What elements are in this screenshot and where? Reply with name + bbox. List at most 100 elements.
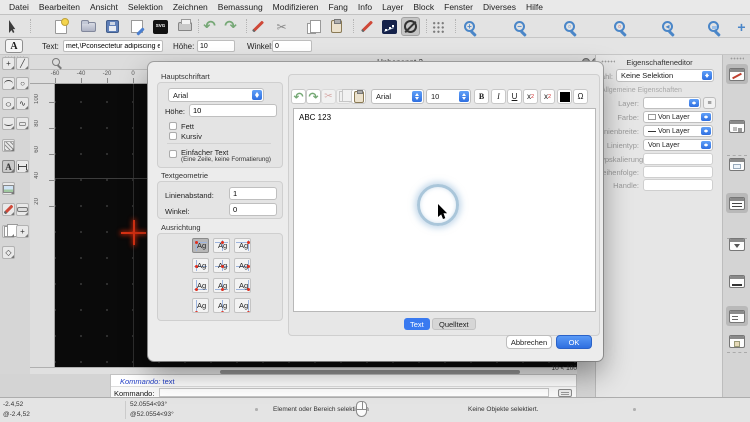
edit-pencil-icon[interactable] [357, 17, 376, 36]
editor-redo-icon[interactable]: ↷ [306, 89, 321, 104]
editor-subscript-button[interactable]: x2 [540, 89, 555, 104]
dialog-angle-input[interactable] [229, 203, 277, 216]
menu-item-zeichnen[interactable]: Zeichnen [168, 0, 213, 15]
prop-combo-2[interactable]: Von Layer [643, 111, 713, 123]
editor-copy-icon[interactable] [336, 89, 351, 104]
redo-icon[interactable]: ↷ [221, 17, 240, 36]
hatch-tool[interactable] [2, 139, 15, 152]
italic-checkbox[interactable] [169, 132, 177, 140]
selection-pointer-icon[interactable] [4, 17, 23, 36]
align-top-right-button[interactable]: Ag [234, 238, 251, 253]
arc-tool[interactable] [2, 77, 15, 90]
editor-font-combo[interactable]: Arial [371, 89, 424, 104]
height-input[interactable] [197, 40, 235, 52]
align-base-right-button[interactable]: Ag [234, 278, 251, 293]
line-tool[interactable]: ╱ [16, 57, 29, 70]
editor-paste-icon[interactable] [351, 89, 366, 104]
zoom-window-icon[interactable] [704, 17, 723, 36]
tab-quelltext[interactable]: Quelltext [432, 318, 476, 330]
menu-item-datei[interactable]: Datei [4, 0, 34, 15]
menu-item-selektion[interactable]: Selektion [123, 0, 168, 15]
circle-tool[interactable]: ○ [16, 77, 29, 90]
editor-special-char-button[interactable]: Ω [573, 89, 588, 104]
command-line-panel-toggle[interactable] [726, 271, 748, 291]
restrict-off-icon[interactable] [401, 17, 420, 36]
canvas-horizontal-scrollbar[interactable] [30, 367, 577, 374]
scrollbar-thumb[interactable] [220, 370, 520, 374]
text-tool[interactable]: A [2, 160, 15, 173]
align-middle-right-button[interactable]: Ag [234, 258, 251, 273]
keyboard-icon[interactable] [558, 389, 572, 397]
library-browser-panel-toggle[interactable] [726, 331, 748, 351]
pan-icon[interactable]: + [732, 17, 750, 36]
view-list-panel-toggle[interactable] [726, 154, 748, 174]
prop-input-5[interactable] [643, 153, 713, 165]
prop-combo-4[interactable]: Von Layer [643, 139, 713, 151]
line-spacing-input[interactable] [229, 187, 277, 200]
align-bottom-left-button[interactable]: Ag [192, 298, 209, 313]
dialog-height-input[interactable] [189, 104, 277, 117]
print-icon[interactable] [175, 17, 194, 36]
block-list-panel-toggle[interactable] [726, 116, 748, 136]
editor-italic-button[interactable]: I [491, 89, 506, 104]
align-base-left-button[interactable]: Ag [192, 278, 209, 293]
menu-item-layer[interactable]: Layer [377, 0, 408, 15]
prop-input-6[interactable] [643, 166, 713, 178]
grid-toggle-icon[interactable] [428, 17, 447, 36]
open-file-icon[interactable] [79, 17, 98, 36]
align-top-left-button[interactable]: Ag [192, 238, 209, 253]
dock-drag-handle[interactable] [730, 57, 744, 60]
command-input[interactable] [159, 388, 549, 397]
image-tool[interactable] [2, 182, 15, 195]
menu-item-diverses[interactable]: Diverses [478, 0, 521, 15]
polyline-tool[interactable] [2, 117, 15, 130]
dimension-tool[interactable] [16, 160, 29, 173]
text-content-input[interactable] [63, 40, 163, 52]
menu-item-fenster[interactable]: Fenster [439, 0, 478, 15]
shape-tool[interactable]: ▭ [16, 117, 29, 130]
ellipse-tool[interactable]: ○ [2, 97, 15, 110]
cancel-button[interactable]: Abbrechen [506, 335, 552, 349]
editor-bold-button[interactable]: B [474, 89, 489, 104]
ok-button[interactable]: OK [556, 335, 592, 349]
selection-filter-panel-toggle[interactable] [726, 234, 748, 254]
save-icon[interactable] [103, 17, 122, 36]
zoom-previous-icon[interactable]: ◂ [658, 17, 677, 36]
draw-pencil-icon[interactable] [248, 17, 267, 36]
align-top-center-button[interactable]: Ag [213, 238, 230, 253]
bold-checkbox[interactable] [169, 122, 177, 130]
block-copy-tool[interactable] [2, 225, 15, 238]
align-base-center-button[interactable]: Ag [213, 278, 230, 293]
menu-item-bearbeiten[interactable]: Bearbeiten [34, 0, 85, 15]
align-bottom-center-button[interactable]: Ag [213, 298, 230, 313]
align-middle-center-button[interactable]: Ag [213, 258, 230, 273]
cam-export-icon[interactable] [380, 17, 399, 36]
modify-pencil-tool[interactable] [2, 203, 15, 216]
tab-text[interactable]: Text [404, 318, 430, 330]
align-middle-left-button[interactable]: Ag [192, 258, 209, 273]
text-tool-indicator[interactable]: A [5, 39, 23, 53]
undo-icon[interactable]: ↶ [200, 17, 219, 36]
measure-tool[interactable] [16, 203, 29, 216]
save-as-icon[interactable] [127, 17, 146, 36]
menu-item-hilfe[interactable]: Hilfe [521, 0, 548, 15]
svg-export-icon[interactable]: SVG [151, 17, 170, 36]
editor-color-swatch[interactable] [557, 89, 572, 104]
cut-icon[interactable]: ✂ [272, 17, 291, 36]
zoom-selection-icon[interactable]: ▫ [610, 17, 629, 36]
menu-item-block[interactable]: Block [408, 0, 439, 15]
prop-input-7[interactable] [643, 179, 713, 191]
prop-combo-1[interactable] [643, 97, 701, 109]
zoom-out-icon[interactable]: − [510, 17, 529, 36]
editor-superscript-button[interactable]: x2 [523, 89, 538, 104]
iso-projection-tool[interactable]: ◇ [2, 246, 15, 259]
selection-combo[interactable]: Keine Selektion [616, 69, 714, 82]
spline-tool[interactable]: ∿ [16, 97, 29, 110]
simple-text-checkbox[interactable] [169, 150, 177, 158]
zoom-in-icon[interactable]: + [460, 17, 479, 36]
editor-size-combo[interactable]: 10 [426, 89, 471, 104]
editor-cut-icon[interactable]: ✂ [321, 89, 336, 104]
new-file-icon[interactable] [51, 17, 70, 36]
editor-undo-icon[interactable]: ↶ [291, 89, 306, 104]
point-tool[interactable]: + [2, 57, 15, 70]
